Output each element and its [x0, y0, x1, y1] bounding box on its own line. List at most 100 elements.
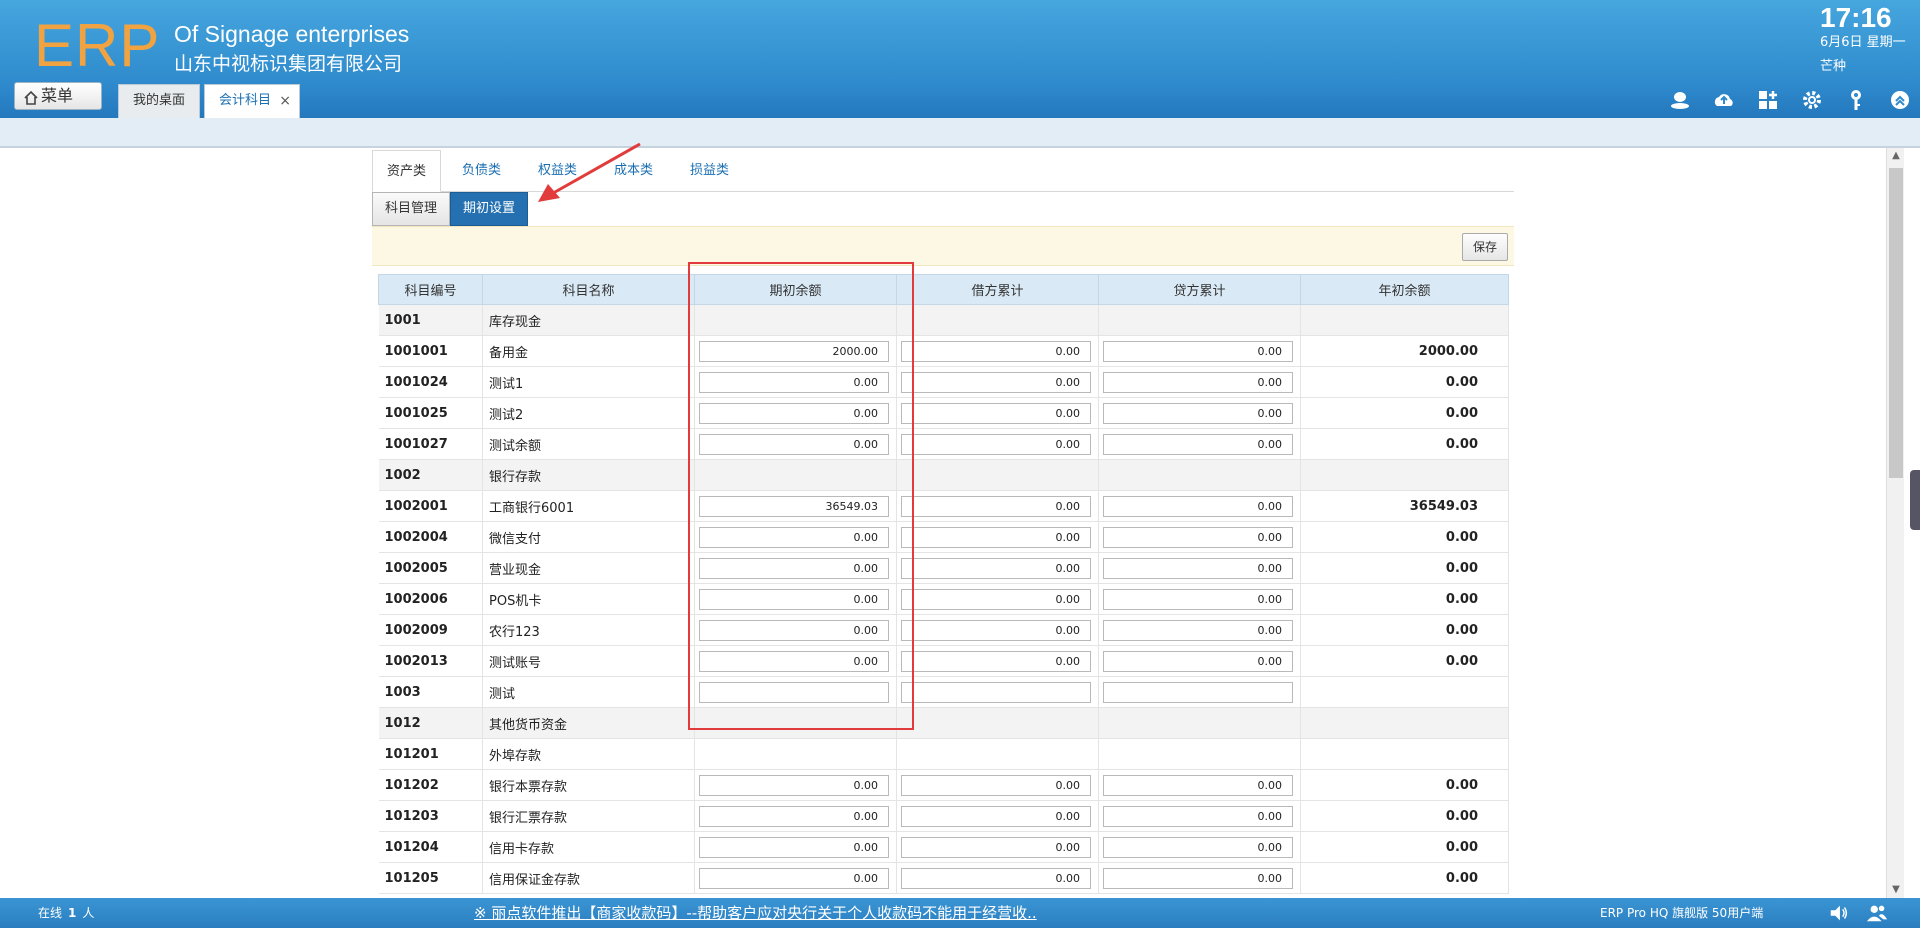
- credit-total-input[interactable]: [1103, 371, 1293, 393]
- opening-balance-input[interactable]: [699, 650, 889, 672]
- row-code: 101205: [378, 862, 483, 894]
- opening-balance-input[interactable]: [699, 867, 889, 889]
- opening-balance-input[interactable]: [699, 619, 889, 641]
- row-year-balance: 36549.03: [1300, 490, 1509, 522]
- credit-total-input[interactable]: [1103, 557, 1293, 579]
- col-code: 科目编号: [378, 274, 483, 305]
- debit-total-input[interactable]: [901, 774, 1091, 796]
- credit-total-input[interactable]: [1103, 433, 1293, 455]
- col-credit-total: 贷方累计: [1098, 274, 1301, 305]
- opening-balance-input[interactable]: [699, 340, 889, 362]
- table-row: 1002 银行存款: [378, 459, 1509, 491]
- debit-total-input[interactable]: [901, 588, 1091, 610]
- credit-total-input[interactable]: [1103, 805, 1293, 827]
- credit-total-input[interactable]: [1103, 681, 1293, 703]
- debit-total-input[interactable]: [901, 433, 1091, 455]
- debit-total-input[interactable]: [901, 836, 1091, 858]
- table-row: 1002013 测试账号 0.00: [378, 645, 1509, 677]
- opening-balance-input[interactable]: [699, 402, 889, 424]
- opening-balance-input[interactable]: [699, 774, 889, 796]
- opening-balance-input[interactable]: [699, 588, 889, 610]
- clock: 17:16: [1820, 2, 1892, 33]
- opening-balance-input[interactable]: [699, 371, 889, 393]
- tab-cost[interactable]: 成本类: [600, 150, 667, 192]
- tab-accounting-subjects[interactable]: 会计科目 ×: [204, 84, 300, 118]
- debit-total-input[interactable]: [901, 619, 1091, 641]
- debit-total-input[interactable]: [901, 557, 1091, 579]
- credit-total-input[interactable]: [1103, 867, 1293, 889]
- user-icon[interactable]: [1668, 88, 1692, 112]
- credit-total-input[interactable]: [1103, 495, 1293, 517]
- scroll-down-icon[interactable]: ▼: [1890, 884, 1902, 896]
- row-code: 1001: [378, 304, 483, 336]
- debit-total-input[interactable]: [901, 495, 1091, 517]
- row-year-balance: [1300, 676, 1509, 708]
- credit-total-input[interactable]: [1103, 619, 1293, 641]
- credit-total-input[interactable]: [1103, 526, 1293, 548]
- scroll-up-icon[interactable]: ▲: [1890, 150, 1902, 162]
- row-year-balance: 0.00: [1300, 583, 1509, 615]
- apps-icon[interactable]: [1756, 88, 1780, 112]
- row-year-balance: 2000.00: [1300, 335, 1509, 367]
- tab-my-desktop[interactable]: 我的桌面: [118, 84, 200, 118]
- debit-total-input[interactable]: [901, 402, 1091, 424]
- credit-total-input[interactable]: [1103, 402, 1293, 424]
- debit-total-input[interactable]: [901, 371, 1091, 393]
- row-code: 101204: [378, 831, 483, 863]
- credit-total-input[interactable]: [1103, 340, 1293, 362]
- table-row: 101201 外埠存款: [378, 738, 1509, 770]
- row-year-balance: 0.00: [1300, 521, 1509, 553]
- speaker-icon[interactable]: [1828, 902, 1850, 924]
- debit-total-input[interactable]: [901, 650, 1091, 672]
- vertical-scrollbar[interactable]: ▲ ▼: [1886, 148, 1904, 898]
- credit-total-input[interactable]: [1103, 774, 1293, 796]
- opening-balance-input[interactable]: [699, 805, 889, 827]
- close-icon[interactable]: ×: [279, 85, 291, 117]
- opening-balance-input[interactable]: [699, 681, 889, 703]
- debit-total-input[interactable]: [901, 340, 1091, 362]
- opening-balance-input[interactable]: [699, 526, 889, 548]
- key-icon[interactable]: [1844, 88, 1868, 112]
- online-status: 在线 1 人: [38, 898, 94, 928]
- opening-balance-input[interactable]: [699, 495, 889, 517]
- online-unit: 人: [82, 906, 95, 920]
- opening-balance-input[interactable]: [699, 433, 889, 455]
- debit-total-input[interactable]: [901, 681, 1091, 703]
- tab-equity[interactable]: 权益类: [524, 150, 591, 192]
- tab-liabilities[interactable]: 负债类: [448, 150, 515, 192]
- credit-total-input[interactable]: [1103, 650, 1293, 672]
- table-row: 101205 信用保证金存款 0.00: [378, 862, 1509, 894]
- opening-setup-button[interactable]: 期初设置: [450, 192, 529, 226]
- home-icon: [23, 88, 39, 105]
- users-icon[interactable]: [1866, 902, 1888, 924]
- tab-assets[interactable]: 资产类: [372, 150, 442, 192]
- credit-total-input[interactable]: [1103, 588, 1293, 610]
- row-code: 1003: [378, 676, 483, 708]
- row-name: 营业现金: [482, 552, 695, 584]
- menu-label: 菜单: [41, 86, 74, 105]
- row-code: 101202: [378, 769, 483, 801]
- tab-profit-loss[interactable]: 损益类: [676, 150, 743, 192]
- table-row: 101203 银行汇票存款 0.00: [378, 800, 1509, 832]
- table-row: 1002004 微信支付 0.00: [378, 521, 1509, 553]
- col-opening-balance: 期初余额: [694, 274, 897, 305]
- announcement-link[interactable]: ※ 丽点软件推出【商家收款码】--帮助客户应对央行关于个人收款码不能用于经营收.…: [474, 898, 1037, 928]
- row-code: 1002004: [378, 521, 483, 553]
- debit-total-input[interactable]: [901, 805, 1091, 827]
- opening-balance-input[interactable]: [699, 557, 889, 579]
- debit-total-input[interactable]: [901, 526, 1091, 548]
- menu-button[interactable]: 菜单: [14, 82, 102, 110]
- row-year-balance: 0.00: [1300, 397, 1509, 429]
- scroll-thumb[interactable]: [1889, 168, 1903, 478]
- collapse-up-icon[interactable]: [1888, 88, 1912, 112]
- credit-total-input[interactable]: [1103, 836, 1293, 858]
- cloud-upload-icon[interactable]: [1712, 88, 1736, 112]
- gear-icon[interactable]: [1800, 88, 1824, 112]
- row-name: 信用卡存款: [482, 831, 695, 863]
- opening-balance-input[interactable]: [699, 836, 889, 858]
- side-panel-handle[interactable]: [1910, 470, 1920, 530]
- save-button[interactable]: 保存: [1462, 233, 1508, 261]
- row-name: 测试余额: [482, 428, 695, 460]
- debit-total-input[interactable]: [901, 867, 1091, 889]
- subject-management-button[interactable]: 科目管理: [372, 192, 451, 226]
